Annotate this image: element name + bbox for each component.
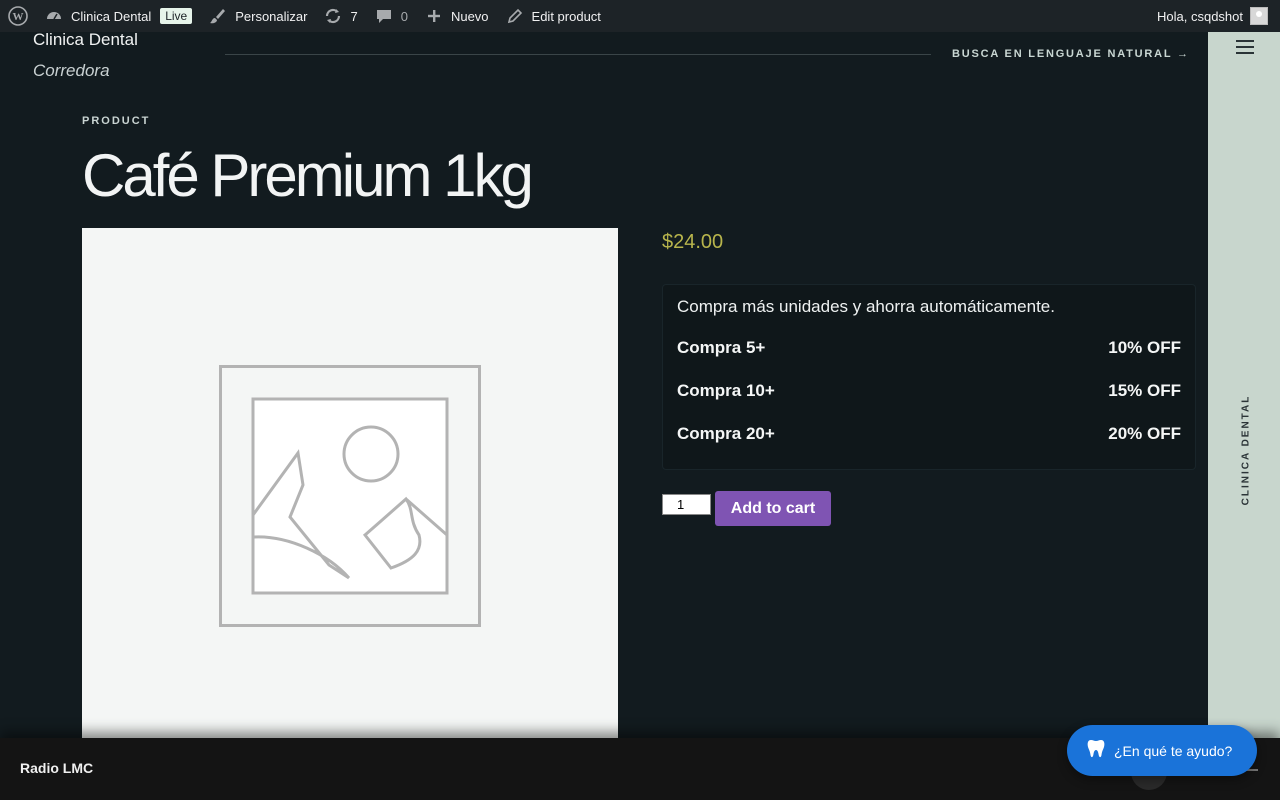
quantity-input[interactable] — [662, 494, 711, 515]
discount-tier: Compra 20+ 20% OFF — [677, 424, 1181, 467]
discount-tier: Compra 5+ 10% OFF — [677, 338, 1181, 381]
site-name: Clinica Dental — [71, 8, 152, 24]
new-label: Nuevo — [450, 8, 489, 24]
tier-label: Compra 20+ — [677, 424, 775, 443]
avatar — [1250, 7, 1268, 25]
player-title: Radio LMC — [20, 760, 94, 776]
image-placeholder-icon — [219, 365, 481, 627]
customize-label: Personalizar — [235, 8, 308, 24]
admin-bar: W Clinica Dental Live Personalizar 7 0 N… — [0, 0, 1280, 32]
live-badge: Live — [160, 8, 193, 24]
product-image[interactable] — [82, 228, 618, 738]
edit-label: Edit product — [531, 8, 601, 24]
svg-text:W: W — [13, 11, 24, 23]
add-to-cart-button[interactable]: Add to cart — [715, 491, 831, 526]
tier-value: 15% OFF — [1108, 381, 1181, 400]
new-content-link[interactable]: Nuevo — [416, 0, 497, 32]
discount-intro: Compra más unidades y ahorra automáticam… — [677, 297, 1055, 316]
customize-link[interactable]: Personalizar — [200, 0, 315, 32]
discount-tier: Compra 10+ 15% OFF — [677, 381, 1181, 424]
chat-assistant-button[interactable]: ¿En qué te ayudo? — [1067, 725, 1257, 776]
product-kicker: PRODUCT — [82, 115, 151, 127]
refresh-icon — [323, 6, 343, 26]
wordpress-icon: W — [8, 6, 28, 26]
dashboard-icon — [44, 6, 64, 26]
brush-icon — [208, 6, 228, 26]
product-price: $24.00 — [662, 231, 724, 253]
site-name-link[interactable]: Clinica Dental Live — [36, 0, 200, 32]
natural-language-search-link[interactable]: BUSCA EN LENGUAJE NATURAL → — [952, 48, 1190, 60]
header-divider — [225, 54, 931, 55]
updates-count: 7 — [350, 8, 358, 24]
account-menu[interactable]: Hola, csqdshot — [1149, 0, 1280, 32]
tier-value: 10% OFF — [1108, 338, 1181, 357]
pencil-icon — [505, 6, 525, 26]
tier-value: 20% OFF — [1108, 424, 1181, 443]
edit-product-link[interactable]: Edit product — [497, 0, 609, 32]
comments-link[interactable]: 0 — [366, 0, 416, 32]
site-branding[interactable]: Clinica Dental Corredora — [33, 32, 138, 81]
brand-name: Clinica Dental — [33, 32, 138, 49]
bulk-discount-box: Compra más unidades y ahorra automáticam… — [662, 284, 1196, 470]
updates-link[interactable]: 7 — [315, 0, 365, 32]
site-content: Clinica Dental Corredora BUSCA EN LENGUA… — [0, 32, 1208, 738]
tooth-icon — [1087, 739, 1105, 762]
greeting: Hola, csqdshot — [1157, 8, 1243, 24]
product-title: Café Premium 1kg — [82, 142, 534, 209]
wordpress-logo-button[interactable]: W — [0, 0, 36, 32]
comments-count: 0 — [400, 8, 408, 24]
side-panel-label: CLINICA DENTAL — [1240, 394, 1252, 506]
tier-label: Compra 10+ — [677, 381, 775, 400]
side-panel: CLINICA DENTAL — [1208, 32, 1280, 738]
brand-tagline: Corredora — [33, 61, 110, 80]
plus-icon — [424, 6, 444, 26]
chat-label: ¿En qué te ayudo? — [1114, 742, 1233, 759]
comment-icon — [374, 6, 394, 26]
tier-label: Compra 5+ — [677, 338, 766, 357]
hamburger-menu-icon[interactable] — [1236, 40, 1254, 54]
